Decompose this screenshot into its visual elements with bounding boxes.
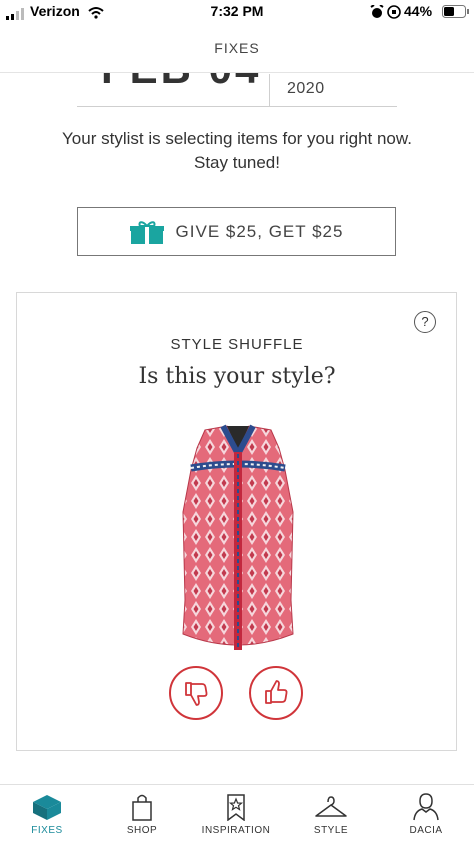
help-button[interactable]: ? <box>414 311 436 333</box>
tab-label: STYLE <box>313 825 349 836</box>
profile-icon <box>413 793 439 821</box>
tab-label: SHOP <box>126 825 158 836</box>
fix-date-clip: FEB 04 <box>78 73 398 106</box>
alarm-icon <box>370 5 384 18</box>
bottom-tab-bar: FIXES SHOP INSPIRATION STYLE DACIA <box>0 784 474 843</box>
bookmark-star-icon <box>227 794 245 821</box>
tab-inspiration[interactable]: INSPIRATION <box>191 791 281 836</box>
tab-label: INSPIRATION <box>201 825 271 836</box>
status-bar: Verizon 7:32 PM 44% <box>0 0 474 26</box>
battery-icon <box>442 5 469 18</box>
shopping-bag-icon <box>132 794 152 821</box>
referral-label: GIVE $25, GET $25 <box>175 221 344 241</box>
rotation-lock-icon <box>387 5 401 19</box>
tab-profile[interactable]: DACIA <box>381 791 471 836</box>
tab-fixes[interactable]: FIXES <box>2 791 92 836</box>
fix-status-message: Your stylist is selecting items for you … <box>62 129 412 172</box>
thumbs-down-icon <box>185 682 208 706</box>
dislike-button[interactable] <box>169 666 223 720</box>
thumbs-up-icon <box>265 680 288 704</box>
clock: 7:32 PM <box>210 3 264 19</box>
card-title: Is this your style? <box>138 364 336 389</box>
card-eyebrow: STYLE SHUFFLE <box>170 336 304 353</box>
tab-label: DACIA <box>409 825 443 836</box>
fix-date-day: FEB 04 <box>101 73 261 93</box>
fix-date-year: 2020 <box>287 80 325 97</box>
battery-percent: 44% <box>404 3 433 19</box>
tab-label: FIXES <box>31 825 63 836</box>
box-icon <box>33 795 61 820</box>
gift-icon <box>129 220 164 244</box>
item-image <box>182 424 294 650</box>
hanger-icon <box>315 796 347 817</box>
page-title: FIXES <box>214 40 260 56</box>
date-separator <box>269 74 270 106</box>
tab-shop[interactable]: SHOP <box>97 791 187 836</box>
date-underline <box>77 106 397 107</box>
like-button[interactable] <box>249 666 303 720</box>
tab-style[interactable]: STYLE <box>286 791 376 836</box>
referral-button[interactable]: GIVE $25, GET $25 <box>77 207 396 256</box>
